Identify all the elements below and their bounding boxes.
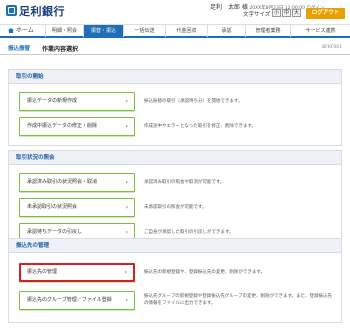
section-payee-management: 振込先の管理 振込先の管理 › 振込先の新規登録や、登録振込先の変更、削除ができ…	[8, 238, 342, 323]
chevron-right-icon: ›	[125, 98, 128, 105]
section-transaction-start: 取引の開始 振込データの新規作成 › 振込振替の取引（承認待ち分）を開始できます…	[8, 69, 342, 146]
list-item: 承認済み取引の状況照会・取消 › 承認済み取引の照会や取消が可能です。	[19, 173, 335, 192]
row-description: 振込先グループの新規登録や登録振込先グループの変更、削除ができます。また、登録振…	[144, 294, 333, 306]
row-description: 振込振替の取引（承認待ち分）を開始できます。	[144, 99, 243, 104]
edit-draft-transfer-button[interactable]: 作成中振込データの修正・削除 ›	[19, 117, 135, 136]
page-title-bar: 振込振替 作業内容選択 BFKF001	[0, 40, 350, 55]
list-item: 振込データの新規作成 › 振込振替の取引（承認待ち分）を開始できます。	[19, 92, 335, 111]
button-label: 承認済み取引の状況照会・取消	[27, 179, 98, 185]
chevron-right-icon: ›	[124, 269, 127, 276]
screen-id: BFKF001	[322, 45, 342, 50]
chevron-right-icon: ›	[125, 297, 128, 304]
nav-item-shonin[interactable]: 承認	[207, 25, 245, 37]
nav-item-service[interactable]: サービス連携	[290, 25, 350, 37]
font-size-small-button[interactable]: 小	[272, 9, 281, 17]
chevron-right-icon: ›	[125, 179, 128, 186]
button-label: 振込先の管理	[27, 269, 58, 275]
row-description: 承認済み取引の照会や取消が可能です。	[144, 180, 225, 185]
nav-item-kanrisha[interactable]: 管理者業務	[245, 25, 290, 37]
new-transfer-data-button[interactable]: 振込データの新規作成 ›	[19, 92, 135, 111]
button-label: 振込データの新規作成	[27, 98, 78, 104]
payee-management-button[interactable]: 振込先の管理 ›	[19, 263, 135, 282]
payee-group-file-button[interactable]: 振込先のグループ管理／ファイル登録 ›	[19, 291, 135, 310]
chevron-right-icon: ›	[125, 204, 128, 211]
font-size-large-button[interactable]: 大	[292, 9, 301, 17]
row-description: 作成途中やエラーとなった取引を修正、削除できます。	[144, 124, 256, 129]
row-description: 振込先の新規登録や、登録振込先の変更、削除ができます。	[144, 270, 265, 275]
nav-home[interactable]: ホーム	[0, 25, 45, 37]
home-icon	[8, 28, 14, 33]
nav-home-label: ホーム	[16, 27, 34, 34]
section-title: 取引状況の照会	[9, 151, 341, 165]
page-title: 作業内容選択	[42, 46, 79, 53]
section-title: 取引の開始	[9, 70, 341, 84]
chevron-right-icon: ›	[125, 123, 128, 130]
nav-item-meisai[interactable]: 明細・照会	[45, 25, 83, 37]
row-description: 未承認取引の照会が可能です。	[144, 205, 207, 210]
nav-item-daikin[interactable]: 代金回収	[165, 25, 207, 37]
bank-logo-text: 足利銀行	[19, 5, 65, 18]
nav-item-ikkatsu[interactable]: 一括伝送	[123, 25, 165, 37]
unapproved-status-inquiry-button[interactable]: 未承認取引の状況照会 ›	[19, 198, 135, 217]
site-header: 足利銀行 足利 太郎 様 20XX年8月23日 12:00:00 ログイン 文字…	[0, 0, 350, 24]
list-item: 未承認取引の状況照会 › 未承認取引の照会が可能です。	[19, 198, 335, 217]
list-item: 作成中振込データの修正・削除 › 作成途中やエラーとなった取引を修正、削除できま…	[19, 117, 335, 136]
button-label: 振込先のグループ管理／ファイル登録	[27, 297, 112, 303]
list-item: 振込先のグループ管理／ファイル登録 › 振込先グループの新規登録や登録振込先グル…	[19, 291, 335, 310]
font-size-label: 文字サイズ	[243, 12, 271, 18]
list-item: 振込先の管理 › 振込先の新規登録や、登録振込先の変更、削除ができます。	[19, 263, 335, 282]
bank-logo-icon	[6, 5, 17, 16]
approved-status-inquiry-button[interactable]: 承認済み取引の状況照会・取消 ›	[19, 173, 135, 192]
nav-item-furikomi[interactable]: 振替・振込	[83, 25, 123, 37]
breadcrumb: 振込振替	[8, 46, 31, 52]
section-title: 振込先の管理	[9, 239, 341, 253]
logout-button[interactable]: ログアウト	[306, 8, 345, 19]
global-nav: ホーム 明細・照会 振替・振込 一括伝送 代金回収 承認 管理者業務 サービス連…	[0, 24, 350, 38]
font-size-medium-button[interactable]: 中	[282, 9, 291, 17]
button-label: 未承認取引の状況照会	[27, 204, 78, 210]
button-label: 承認待ちデータの引戻し	[27, 229, 83, 235]
button-label: 作成中振込データの修正・削除	[27, 123, 98, 129]
